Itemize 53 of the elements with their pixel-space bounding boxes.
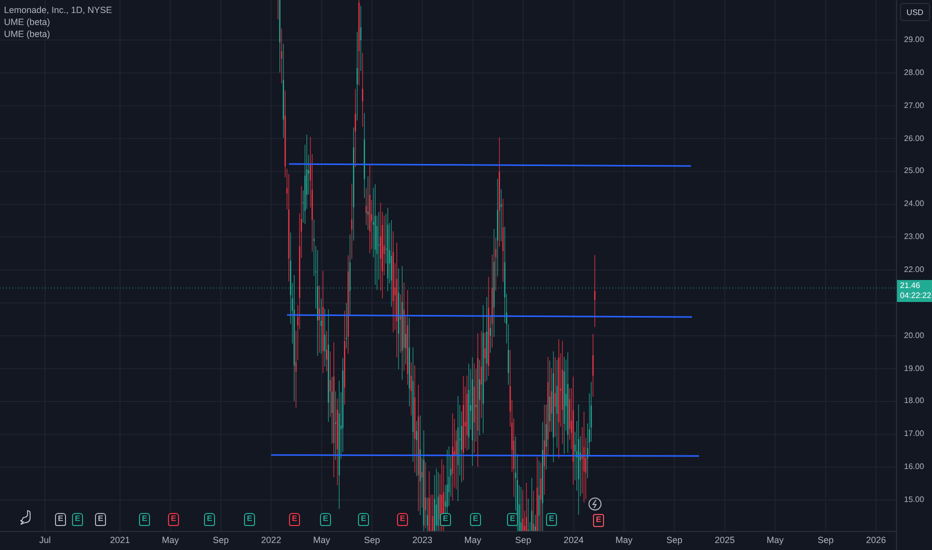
time-label: 2023 bbox=[412, 535, 432, 545]
countdown-timer: 04:22:22 bbox=[900, 291, 932, 301]
price-label: 25.00 bbox=[904, 166, 924, 176]
earnings-marker[interactable]: E bbox=[507, 513, 518, 526]
earnings-marker[interactable]: E bbox=[72, 513, 83, 526]
earnings-marker[interactable]: E bbox=[546, 513, 557, 526]
time-label: 2024 bbox=[564, 535, 584, 545]
indicator-label: UME (beta) bbox=[4, 29, 52, 40]
price-label: 23.00 bbox=[904, 232, 924, 242]
price-label: 15.00 bbox=[904, 495, 924, 506]
time-label: 2022 bbox=[261, 535, 282, 545]
earnings-marker[interactable]: E bbox=[204, 513, 215, 526]
price-label: 17.00 bbox=[904, 429, 924, 440]
earnings-marker[interactable]: E bbox=[320, 513, 331, 526]
earnings-marker[interactable]: E bbox=[440, 513, 451, 526]
last-price: 21.46 bbox=[900, 281, 922, 291]
price-label: 27.00 bbox=[904, 100, 924, 111]
earnings-marker[interactable]: E bbox=[95, 513, 106, 526]
time-label: Sep bbox=[515, 535, 532, 545]
price-label: 29.00 bbox=[904, 35, 924, 45]
price-label: 24.00 bbox=[904, 199, 924, 210]
time-label: 2025 bbox=[714, 535, 735, 545]
price-label: 18.00 bbox=[904, 396, 924, 406]
indicator-label: UME (beta) bbox=[4, 17, 52, 28]
time-label: 2021 bbox=[110, 535, 130, 545]
earnings-marker[interactable]: E bbox=[358, 513, 369, 526]
earnings-marker[interactable]: E bbox=[397, 513, 408, 526]
time-label: Sep bbox=[666, 535, 682, 545]
time-label: Sep bbox=[364, 535, 380, 545]
time-label: Jul bbox=[39, 535, 51, 545]
earnings-marker[interactable]: E bbox=[593, 514, 604, 527]
time-label: May bbox=[162, 535, 179, 545]
earnings-marker[interactable]: E bbox=[470, 513, 481, 526]
price-label: 22.00 bbox=[904, 265, 924, 276]
earnings-marker[interactable]: E bbox=[55, 513, 66, 526]
price-label: 20.00 bbox=[904, 330, 924, 341]
earnings-marker[interactable]: E bbox=[289, 513, 300, 526]
earnings-marker[interactable]: E bbox=[139, 513, 150, 526]
price-label: 19.00 bbox=[904, 364, 924, 374]
price-label: 16.00 bbox=[904, 462, 924, 472]
earnings-marker[interactable]: E bbox=[168, 513, 179, 526]
time-label: 2026 bbox=[866, 535, 886, 545]
time-label: May bbox=[313, 535, 330, 545]
time-label: Sep bbox=[818, 535, 834, 545]
symbol-title: Lemonade, Inc., 1D, NYSE bbox=[4, 5, 112, 16]
earnings-marker[interactable]: E bbox=[244, 513, 255, 526]
time-label: May bbox=[766, 535, 784, 545]
time-label: May bbox=[464, 535, 482, 545]
currency-button[interactable]: USD bbox=[900, 3, 930, 21]
price-label: 28.00 bbox=[904, 68, 924, 78]
time-label: Sep bbox=[212, 535, 229, 545]
time-label: May bbox=[616, 535, 632, 545]
price-label: 26.00 bbox=[904, 134, 924, 144]
